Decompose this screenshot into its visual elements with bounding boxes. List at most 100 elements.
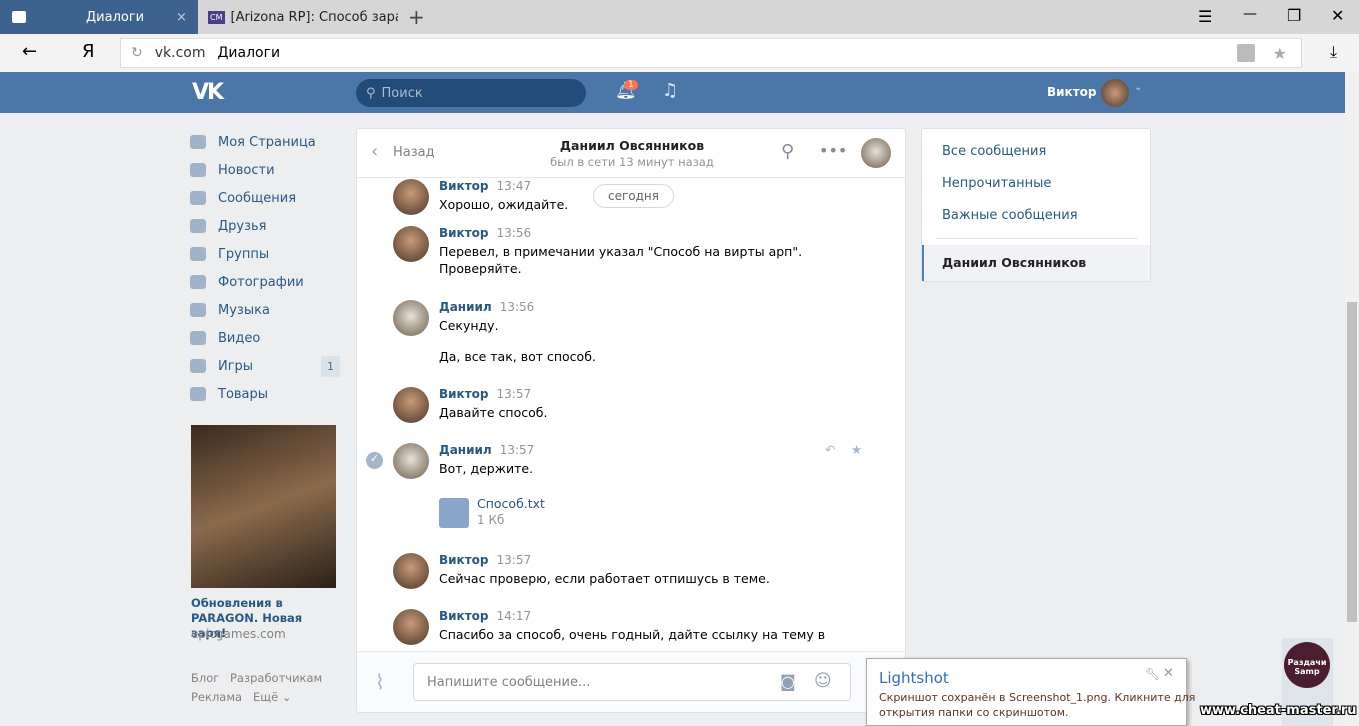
avatar[interactable] <box>393 609 429 645</box>
filter-important[interactable]: Важные сообщения <box>942 208 1078 223</box>
minimize-button[interactable]: — <box>1243 6 1257 22</box>
avatar[interactable] <box>393 226 429 262</box>
music-icon[interactable]: ♫ <box>662 80 678 101</box>
attach-paperclip-icon[interactable]: ⌇ <box>375 670 385 694</box>
ad-image[interactable] <box>191 425 336 588</box>
tab-dialogs[interactable]: Диалоги × <box>0 0 198 34</box>
author[interactable]: Даниил 13:57 <box>439 443 534 457</box>
nav-my-page[interactable]: Моя Страница <box>190 128 340 156</box>
date-pill: сегодня <box>593 184 674 208</box>
author[interactable]: Виктор 13:47 <box>439 179 531 193</box>
close-icon[interactable]: ✕ <box>1163 666 1174 681</box>
download-icon[interactable]: ⤓ <box>1330 42 1337 62</box>
user-name[interactable]: Виктор <box>1047 85 1097 99</box>
avatar[interactable] <box>393 443 429 479</box>
author[interactable]: Виктор 14:17 <box>439 609 531 623</box>
scrollbar[interactable] <box>1345 72 1359 726</box>
ad-domain[interactable]: epicgames.com <box>191 627 286 641</box>
vk-logo[interactable]: VK <box>192 80 224 105</box>
bookmark-star-icon[interactable]: ★ <box>1273 44 1287 63</box>
gamepad-icon <box>190 359 206 373</box>
message-text: Спасибо за способ, очень годный, дайте с… <box>439 627 826 642</box>
nav-label: Друзья <box>218 218 267 234</box>
restore-button[interactable]: ❐ <box>1287 6 1301 25</box>
close-window-button[interactable]: ✕ <box>1331 6 1344 25</box>
document-icon[interactable] <box>439 498 469 528</box>
watermark: www.cheat-master.ru <box>1200 703 1357 718</box>
author[interactable]: Виктор 13:56 <box>439 226 531 240</box>
divider <box>936 238 1138 239</box>
chat-panel: ‹ Назад Даниил Овсянников был в сети 13 … <box>356 128 906 713</box>
avatar[interactable] <box>393 553 429 589</box>
footer-more-link[interactable]: Ещё ⌄ <box>253 690 291 704</box>
nav-music[interactable]: Музыка <box>190 296 340 324</box>
tab-arizona[interactable]: CM [Arizona RP]: Способ зарабо <box>200 0 398 34</box>
url-field[interactable]: ↻ vk.com Диалоги ★ <box>120 38 1302 68</box>
nav-groups[interactable]: Группы <box>190 240 340 268</box>
nav-label: Моя Страница <box>218 134 316 150</box>
search-icon[interactable]: ⚲ <box>781 141 794 162</box>
active-dialog-item[interactable]: Даниил Овсянников <box>922 245 1150 281</box>
footer-dev-link[interactable]: Разработчикам <box>230 671 322 685</box>
camera-icon[interactable]: ◙ <box>780 672 796 691</box>
music-icon <box>190 303 206 317</box>
dialog-filter-panel: Все сообщения Непрочитанные Важные сообщ… <box>921 128 1151 282</box>
lightshot-text: Скриншот сохранён в Screenshot_1.png. Кл… <box>879 691 1196 704</box>
message-text: Перевел, в примечании указал "Способ на … <box>439 244 803 259</box>
user-avatar[interactable] <box>1101 79 1129 107</box>
footer-blog-link[interactable]: Блог <box>191 671 219 685</box>
video-icon <box>190 331 206 345</box>
reply-icon[interactable]: ↶ <box>825 442 835 457</box>
emoji-icon[interactable]: ☺ <box>814 671 832 691</box>
friend-icon <box>190 219 206 233</box>
wrench-icon[interactable]: 🔧︎ <box>1145 667 1160 681</box>
message-text: Давайте способ. <box>439 405 548 420</box>
author[interactable]: Виктор 13:57 <box>439 553 531 567</box>
search-input[interactable]: ⚲ Поиск <box>356 79 586 107</box>
star-icon[interactable]: ★ <box>851 442 862 457</box>
games-badge: 1 <box>321 355 340 377</box>
message-input[interactable]: Напишите сообщение... ◙ ☺ <box>413 663 851 701</box>
contact-avatar[interactable] <box>861 138 891 168</box>
message-text: Сейчас проверю, если работает отпишусь в… <box>439 571 770 586</box>
footer-ads-link[interactable]: Реклама <box>191 690 242 704</box>
nav-video[interactable]: Видео <box>190 324 340 352</box>
nav-games[interactable]: Игры 1 <box>190 352 340 380</box>
vk-message-icon <box>12 11 26 23</box>
nav-market[interactable]: Товары <box>190 380 340 408</box>
avatar[interactable] <box>393 300 429 336</box>
chevron-down-icon[interactable]: ⌄ <box>1134 82 1142 93</box>
back-button[interactable]: ← <box>22 41 37 62</box>
camera-icon <box>190 275 206 289</box>
url-domain: vk.com <box>154 45 206 61</box>
nav-label: Игры <box>218 358 254 374</box>
lightshot-notification[interactable]: Lightshot 🔧︎ ✕ Скриншот сохранён в Scree… <box>866 658 1195 726</box>
close-tab-icon[interactable]: × <box>176 10 187 25</box>
file-size: 1 Кб <box>477 513 505 527</box>
avatar[interactable] <box>393 179 429 215</box>
nav-news[interactable]: Новости <box>190 156 340 184</box>
author[interactable]: Даниил 13:56 <box>439 300 534 314</box>
more-icon[interactable]: ••• <box>819 141 847 160</box>
nav-messages[interactable]: Сообщения <box>190 184 340 212</box>
lock-icon[interactable] <box>1236 44 1255 62</box>
avatar[interactable] <box>393 387 429 423</box>
browser-menu-button[interactable]: ☰ <box>1198 7 1212 26</box>
file-name[interactable]: Способ.txt <box>477 496 545 511</box>
author[interactable]: Виктор 13:57 <box>439 387 531 401</box>
reload-icon[interactable]: ↻ <box>131 45 143 61</box>
message-text: Вот, держите. <box>439 461 534 476</box>
nav-label: Товары <box>218 386 269 402</box>
nav-friends[interactable]: Друзья <box>190 212 340 240</box>
selected-check-icon[interactable]: ✓ <box>366 452 383 469</box>
scrollbar-thumb[interactable] <box>1347 302 1357 622</box>
filter-unread[interactable]: Непрочитанные <box>942 176 1051 191</box>
yandex-button[interactable]: Я <box>82 41 95 62</box>
nav-label: Новости <box>218 162 275 178</box>
filter-all-messages[interactable]: Все сообщения <box>942 144 1046 159</box>
nav-photos[interactable]: Фотографии <box>190 268 340 296</box>
tab-label: Диалоги <box>86 9 145 25</box>
new-tab-button[interactable]: + <box>408 5 425 29</box>
composer: ⌇ Напишите сообщение... ◙ ☺ <box>357 651 905 712</box>
tab-bar: Диалоги × CM [Arizona RP]: Способ зарабо… <box>0 0 1359 34</box>
